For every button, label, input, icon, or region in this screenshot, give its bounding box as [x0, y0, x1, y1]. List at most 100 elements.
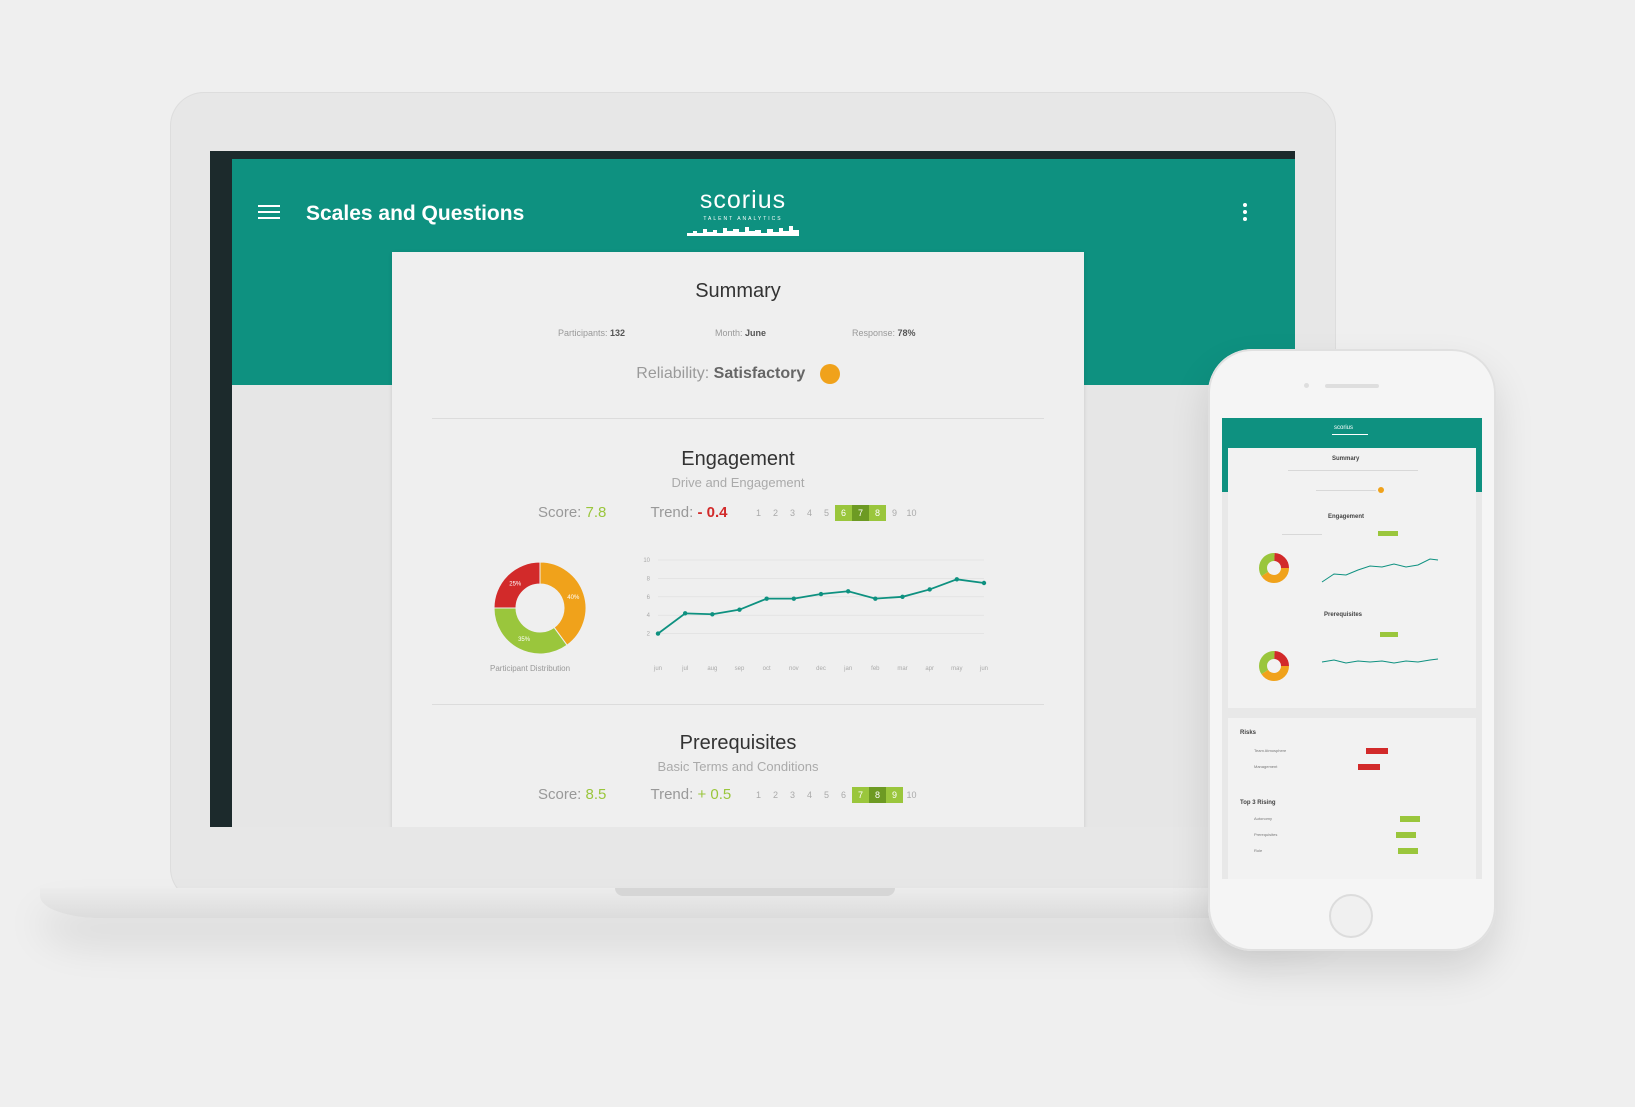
logo-text: scorius [699, 186, 787, 214]
scale-step: 8 [869, 505, 886, 521]
logo-tagline: TALENT ANALYTICS [703, 216, 783, 222]
phone-reliability-dot [1378, 487, 1384, 493]
phone-top-item: Autonomy [1254, 816, 1273, 821]
laptop-notch [615, 888, 895, 896]
scale-step: 1 [755, 790, 761, 800]
score-label: Score: [538, 504, 582, 521]
x-tick-label: may [951, 666, 962, 672]
participants-label: Participants: [558, 328, 608, 338]
month-label: Month: [715, 328, 743, 338]
donut-caption: Participant Distribution [490, 664, 571, 673]
divider [432, 418, 1044, 419]
data-point [900, 594, 905, 599]
phone-risk-item: Team Atmosphere [1254, 748, 1287, 753]
x-tick-label: aug [707, 666, 717, 672]
phone-stats-line [1288, 470, 1418, 471]
response-stat: Response: 78% [852, 328, 916, 338]
trend-label: Trend: [650, 504, 694, 521]
donut-slice-label: 35% [518, 637, 531, 643]
prerequisites-subtitle: Basic Terms and Conditions [657, 759, 819, 774]
series-line [657, 578, 985, 635]
engagement-score-row: Score: 7.8 Trend: - 0.4 [538, 504, 727, 521]
data-point [873, 596, 878, 601]
laptop-screen: Scales and Questions scorius TALENT ANAL… [210, 151, 1295, 827]
data-point [818, 591, 824, 597]
x-tick-label: oct [763, 666, 771, 672]
prerequisites-score-row: Score: 8.5 Trend: + 0.5 [538, 786, 731, 803]
phone-risk-bar [1366, 748, 1388, 754]
phone-home-button[interactable] [1329, 894, 1373, 938]
phone-top-bar [1398, 848, 1418, 854]
data-point [710, 612, 715, 617]
phone-reliability-line [1316, 490, 1376, 491]
phone-engagement-donut [1259, 553, 1289, 583]
data-point [954, 577, 960, 582]
scale-step: 5 [823, 790, 829, 800]
scale-step: 4 [806, 508, 812, 518]
trend-value: - 0.4 [697, 504, 728, 521]
scale-step: 3 [789, 790, 795, 800]
reliability-status-dot [819, 364, 840, 384]
phone-top-title: Top 3 Rising [1240, 800, 1276, 806]
scale-step: 10 [906, 508, 917, 518]
score-value: 8.5 [585, 786, 607, 803]
participant-distribution-donut: 40% 35% 25% [493, 561, 587, 655]
data-point [737, 607, 742, 612]
phone-logo-underline [1332, 434, 1368, 435]
data-point [845, 589, 851, 594]
scale-step: 7 [852, 787, 869, 803]
score-value: 7.8 [585, 504, 607, 521]
app-window: Scales and Questions scorius TALENT ANAL… [232, 159, 1295, 827]
scale-step: 2 [772, 790, 778, 800]
phone-scale-highlight [1378, 531, 1398, 536]
phone-engagement-chart [1321, 558, 1439, 583]
scale-step: 9 [891, 508, 897, 518]
engagement-title: Engagement [681, 448, 795, 470]
phone-top-bar [1396, 832, 1416, 838]
phone-summary-title: Summary [1332, 456, 1360, 462]
page-title: Scales and Questions [306, 202, 525, 225]
x-tick-label: nov [789, 666, 799, 672]
x-tick-label: jul [681, 666, 688, 672]
donut-slice [493, 607, 568, 655]
summary-card: Summary Participants: 132 Month: June Re… [392, 252, 1084, 827]
x-tick-label: jun [653, 666, 662, 672]
phone-frame: scorius Summary Engagement Prerequisites [1208, 349, 1496, 951]
data-point [791, 596, 797, 601]
data-point [927, 587, 932, 592]
scale-step: 3 [789, 508, 795, 518]
x-tick-label: apr [925, 666, 934, 672]
reliability-label: Reliability: [636, 365, 710, 383]
hamburger-icon[interactable] [258, 205, 280, 219]
phone-prerequisites-title: Prerequisites [1324, 612, 1363, 618]
donut-slice-label: 25% [509, 581, 522, 587]
phone-engagement-title: Engagement [1328, 514, 1365, 520]
scale-step: 9 [886, 787, 903, 803]
phone-summary-card: Summary Engagement Prerequisites [1228, 448, 1476, 708]
response-label: Response: [852, 328, 896, 338]
phone-risk-item: Management [1254, 764, 1278, 769]
phone-logo: scorius [1334, 425, 1354, 431]
scale-step: 2 [772, 508, 778, 518]
scale-step: 10 [906, 790, 917, 800]
y-tick-label: 10 [643, 558, 650, 564]
scale-step: 4 [806, 790, 812, 800]
x-tick-label: jun [979, 666, 988, 672]
data-point [655, 631, 661, 636]
y-tick-label: 8 [647, 576, 651, 582]
summary-title: Summary [695, 280, 781, 302]
phone-prerequisites-donut [1259, 651, 1289, 681]
x-tick-label: dec [816, 666, 826, 672]
reliability-value: Satisfactory [713, 365, 806, 383]
skyline-graphic [687, 226, 799, 236]
phone-risk-bar [1358, 764, 1380, 770]
x-tick-label: feb [871, 666, 880, 672]
engagement-scale: 1 2 3 4 5 6 7 8 9 10 [750, 505, 920, 521]
x-tick-label: jan [843, 666, 852, 672]
more-options-icon[interactable] [1243, 203, 1249, 221]
divider [432, 704, 1044, 705]
phone-score-line [1282, 534, 1322, 535]
donut-slice-label: 40% [567, 595, 580, 601]
phone-risks-card: Risks Team Atmosphere Management Top 3 R… [1228, 718, 1476, 879]
phone-speaker [1325, 384, 1379, 388]
